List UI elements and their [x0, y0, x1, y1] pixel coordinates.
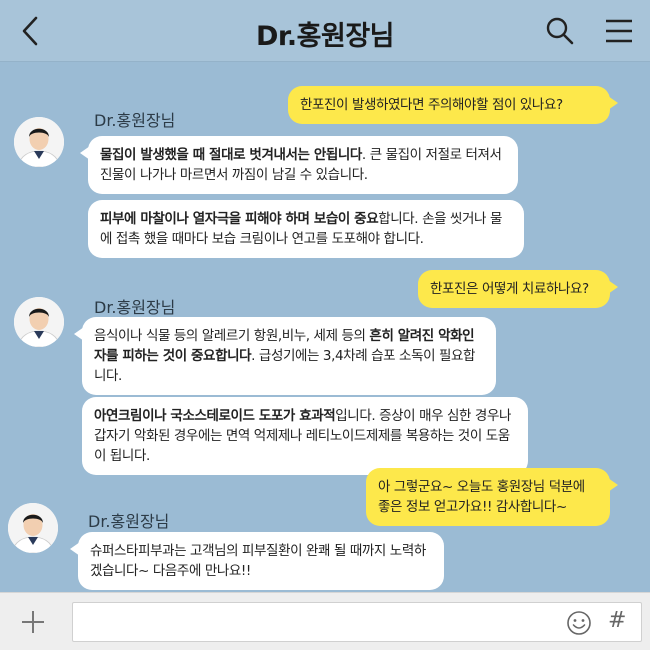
incoming-message: 음식이나 식물 등의 알레르기 항원,비누, 세제 등의 흔히 알려진 악화인자…	[74, 317, 496, 395]
outgoing-message: 한포진은 어떻게 치료하나요?	[418, 270, 618, 308]
incoming-message: 아연크림이나 국소스테로이드 도포가 효과적입니다. 증상이 매우 심한 경우나…	[82, 397, 528, 475]
outgoing-message: 한포진이 발생하였다면 주의해야할 점이 있나요?	[288, 86, 618, 124]
doctor-avatar[interactable]	[14, 117, 64, 167]
attach-button[interactable]	[18, 607, 48, 637]
hashtag-button[interactable]: #	[608, 608, 628, 636]
search-button[interactable]	[544, 14, 576, 48]
outgoing-message: 아 그렇군요~ 오늘도 홍원장님 덕분에 좋은 정보 얻고가요!! 감사합니다~	[366, 468, 618, 526]
sender-name: Dr.홍원장님	[94, 298, 176, 317]
message-bold-text: 아연크림이나 국소스테로이드 도포가 효과적	[94, 408, 336, 424]
hamburger-menu-icon	[606, 19, 632, 43]
menu-button[interactable]	[604, 16, 634, 46]
message-text: 슈퍼스타피부과는 고객님의 피부질환이 완쾌 될 때까지 노력하겠습니다~ 다음…	[90, 543, 426, 579]
smiley-icon	[567, 611, 591, 635]
plus-icon	[22, 611, 44, 633]
chat-header: Dr.홍원장님	[0, 0, 650, 62]
sender-name: Dr.홍원장님	[94, 111, 176, 130]
message-input[interactable]	[72, 602, 642, 642]
doctor-avatar[interactable]	[14, 297, 64, 347]
message-bold-text: 물집이 발생했을 때 절대로 벗겨내서는 안됩니다	[100, 147, 362, 163]
incoming-message: 피부에 마찰이나 열자극을 피해야 하며 보습이 중요합니다. 손을 씻거나 물…	[88, 200, 524, 258]
sender-name: Dr.홍원장님	[88, 512, 170, 531]
incoming-message: 물집이 발생했을 때 절대로 벗겨내서는 안됩니다. 큰 물집이 저절로 터져서…	[80, 136, 518, 194]
message-composer: #	[0, 592, 650, 650]
message-text: 음식이나 식물 등의 알레르기 항원,비누, 세제 등의	[94, 328, 370, 344]
message-bold-text: 피부에 마찰이나 열자극을 피해야 하며 보습이 중요	[100, 211, 379, 227]
search-icon	[546, 17, 574, 45]
incoming-message: 슈퍼스타피부과는 고객님의 피부질환이 완쾌 될 때까지 노력하겠습니다~ 다음…	[70, 532, 444, 590]
message-list[interactable]: 한포진이 발생하였다면 주의해야할 점이 있나요? Dr.홍원장님 물집이 발생…	[0, 62, 650, 592]
doctor-avatar[interactable]	[8, 503, 58, 553]
emoji-button[interactable]	[566, 610, 592, 636]
